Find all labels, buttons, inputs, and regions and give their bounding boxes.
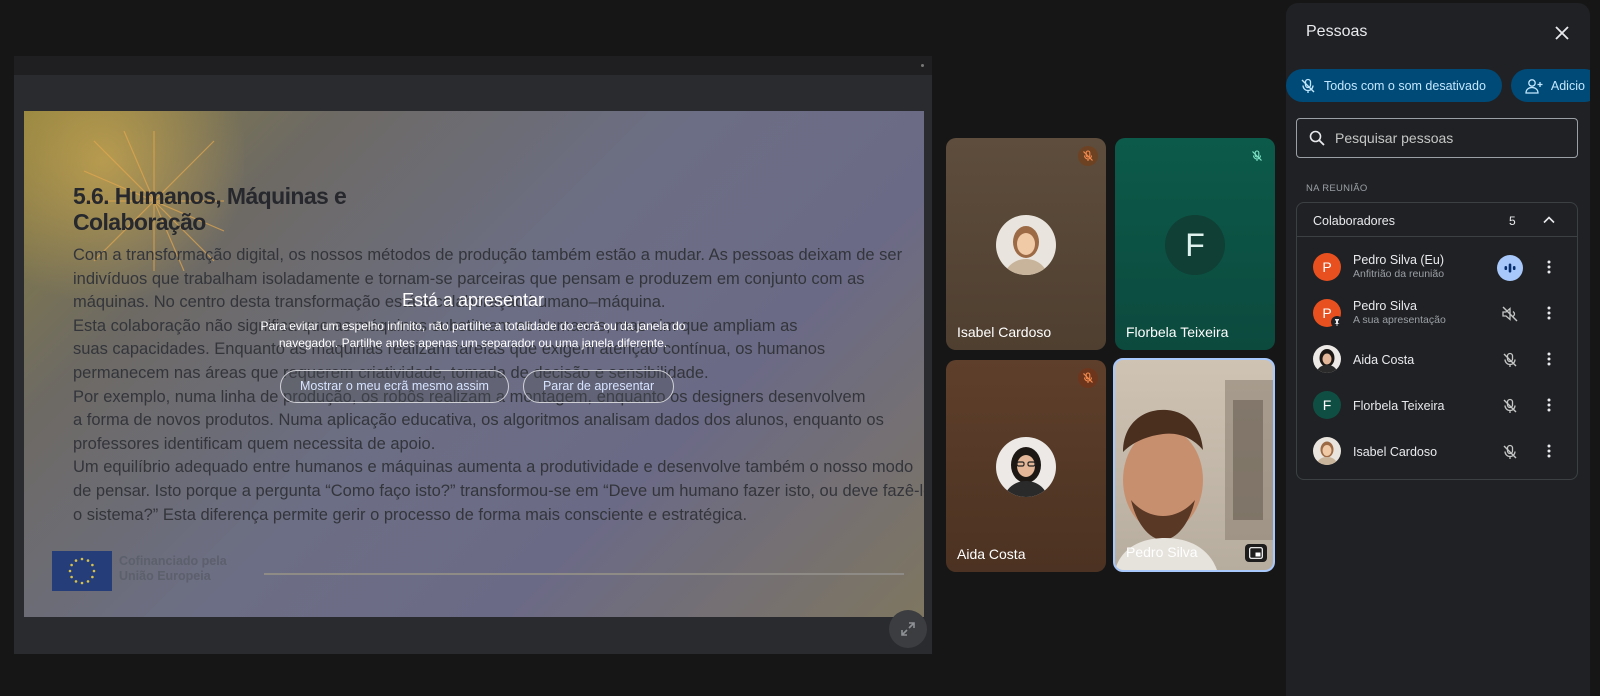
avatar (996, 437, 1056, 497)
search-icon (1309, 130, 1325, 146)
presentation-topbar (14, 56, 932, 75)
participant-name: Florbela Teixeira (1353, 399, 1445, 413)
avatar (1313, 345, 1341, 373)
participant-role: A sua apresentação (1353, 314, 1446, 326)
mic-off-icon (1497, 347, 1523, 373)
participant-row[interactable]: Isabel Cardoso (1297, 430, 1577, 476)
participant-row[interactable]: P Pedro Silva (Eu) Anfitrião da reunião (1297, 246, 1577, 292)
slide-divider (264, 573, 904, 575)
camera-video (1115, 380, 1273, 570)
pin-icon (1331, 316, 1343, 328)
panel-title: Pessoas (1306, 23, 1368, 40)
participant-name: Isabel Cardoso (1353, 445, 1438, 459)
slide-body-line: Um equilíbrio adequado entre humanos e m… (73, 458, 914, 477)
presenting-actions: Mostrar o meu ecrã mesmo assim Parar de … (280, 370, 675, 403)
participant-name: Aida Costa (1353, 353, 1415, 367)
participant-row[interactable]: F Florbela Teixeira (1297, 384, 1577, 430)
avatar (1313, 437, 1341, 465)
add-people-label: Adicio (1550, 78, 1585, 93)
mic-off-icon (1078, 368, 1098, 388)
slide-body-line: o sistema?” Esta diferença permite gerir… (73, 505, 748, 524)
picture-in-picture-icon[interactable] (1245, 544, 1267, 562)
participant-name: Pedro Silva (Eu) (1353, 253, 1445, 267)
speaking-indicator-icon (1497, 255, 1523, 281)
slide-body-line: Com a transformação digital, os nossos m… (73, 246, 903, 264)
add-people-button[interactable]: Adicio (1510, 69, 1590, 102)
audio-off-icon (1497, 301, 1523, 327)
avatar: F (1313, 391, 1341, 419)
participant-tile-isabel-cardoso[interactable]: Isabel Cardoso (946, 138, 1106, 350)
eu-cofinancing-text: Cofinanciado pela União Europeia (119, 554, 227, 584)
close-icon[interactable] (1550, 21, 1574, 45)
eu-text-line2: União Europeia (119, 569, 211, 583)
presenting-title: Está a apresentar (401, 290, 545, 310)
mic-off-icon (1078, 146, 1098, 166)
people-panel: Pessoas Todos com o som desativado Adici… (1286, 3, 1590, 696)
status-dot (921, 64, 924, 67)
more-options-icon[interactable] (1539, 349, 1559, 369)
more-options-icon[interactable] (1539, 441, 1559, 461)
mic-off-icon (1497, 393, 1523, 419)
slide-body-line: indivíduos que trabalham isoladamente e … (73, 269, 865, 288)
more-options-icon[interactable] (1539, 395, 1559, 415)
more-options-icon[interactable] (1539, 257, 1559, 277)
avatar (996, 215, 1056, 275)
participant-name: Pedro Silva (1353, 299, 1417, 313)
contributors-header[interactable]: Colaboradores 5 (1297, 203, 1577, 237)
group-title: Colaboradores (1313, 214, 1395, 228)
participant-name: Pedro Silva (1126, 544, 1198, 560)
show-screen-anyway-button[interactable]: Mostrar o meu ecrã mesmo assim (280, 370, 509, 403)
slide-title-line1: 5.6. Humanos, Máquinas e (73, 183, 347, 209)
stop-presenting-button[interactable]: Parar de apresentar (522, 370, 675, 403)
avatar-initial: F (1165, 215, 1225, 275)
participant-tile-aida-costa[interactable]: Aida Costa (946, 360, 1106, 572)
participant-name: Florbela Teixeira (1126, 324, 1229, 340)
search-people-input[interactable] (1335, 130, 1555, 146)
panel-actions: Todos com o som desativado Adicio (1286, 69, 1590, 102)
participant-name: Aida Costa (957, 546, 1026, 562)
participant-name: Isabel Cardoso (957, 324, 1052, 340)
presenting-desc-line1: Para evitar um espelho infinito, não par… (260, 319, 686, 333)
mute-all-label: Todos com o som desativado (1324, 78, 1486, 93)
slide-body-line: professores identificam quem necessita d… (73, 434, 436, 453)
avatar: P (1313, 253, 1341, 281)
slide-body-line: a forma de novos produtos. Numa aplicaçã… (73, 411, 884, 430)
presentation-slide: 5.6. Humanos, Máquinas e Colaboração Com… (24, 111, 924, 617)
add-person-icon (1525, 78, 1543, 94)
in-meeting-label: NA REUNIÃO (1306, 183, 1368, 194)
participant-tile-pedro-silva-self[interactable]: Pedro Silva (1113, 358, 1275, 572)
slide-title-line2: Colaboração (73, 209, 206, 235)
mic-off-icon (1301, 78, 1315, 93)
eu-flag-logo (52, 551, 112, 591)
eu-text-line1: Cofinanciado pela (119, 554, 227, 568)
mic-off-icon (1497, 439, 1523, 465)
chevron-up-icon[interactable] (1541, 212, 1557, 228)
participant-role: Anfitrião da reunião (1353, 268, 1445, 280)
presenting-desc-line2: navegador. Partilhe antes apenas um sepa… (278, 336, 668, 350)
more-options-icon[interactable] (1539, 303, 1559, 323)
expand-icon[interactable] (889, 610, 927, 648)
mute-all-button[interactable]: Todos com o som desativado (1286, 69, 1502, 102)
slide-body-line: de pensar. Isto porque a pergunta “Como … (73, 481, 924, 500)
participant-tile-florbela-teixeira[interactable]: F Florbela Teixeira (1115, 138, 1275, 350)
contributors-group: Colaboradores 5 P Pedro Silva (Eu) Anfit… (1296, 202, 1578, 480)
presentation-view: 5.6. Humanos, Máquinas e Colaboração Com… (14, 56, 932, 654)
meet-window: 5.6. Humanos, Máquinas e Colaboração Com… (0, 0, 1600, 696)
group-count: 5 (1509, 214, 1516, 228)
participant-row[interactable]: Aida Costa (1297, 338, 1577, 384)
participant-row[interactable]: P Pedro Silva A sua apresentação (1297, 292, 1577, 338)
slide-title: 5.6. Humanos, Máquinas e Colaboração (73, 183, 493, 235)
search-people-field[interactable] (1296, 118, 1578, 158)
mic-off-icon (1247, 146, 1267, 166)
presenting-description: Para evitar um espelho infinito, não par… (14, 318, 932, 352)
